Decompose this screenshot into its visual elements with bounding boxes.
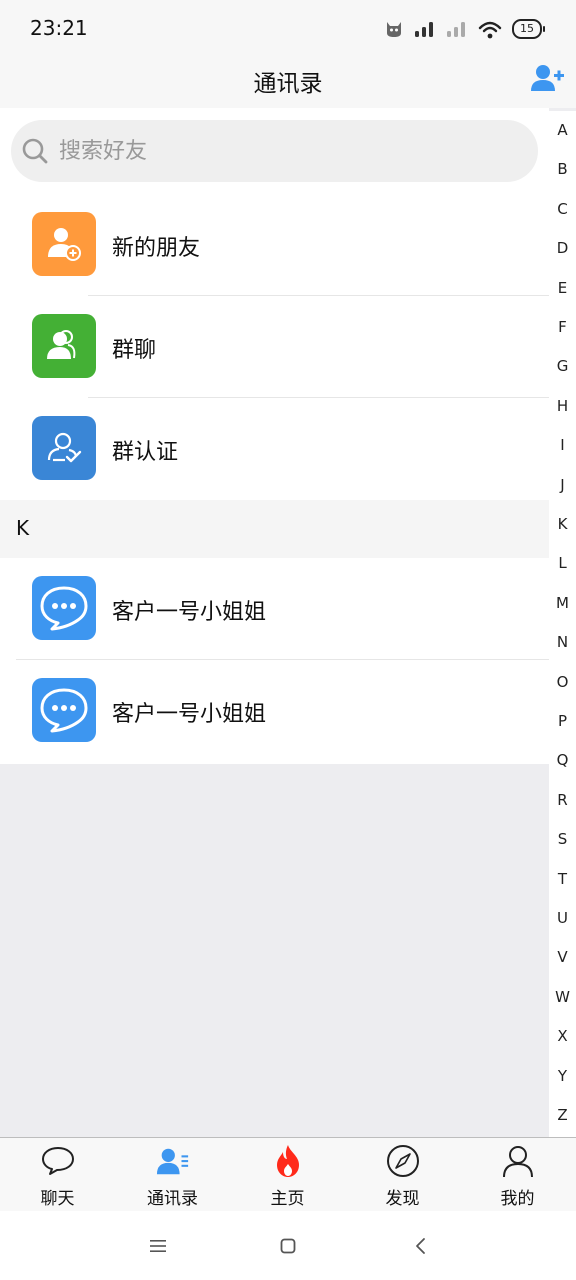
index-letter[interactable]: Q: [549, 751, 576, 769]
tab-bar: 聊天 通讯录 主页 发现 我的: [0, 1137, 576, 1212]
index-letter[interactable]: D: [549, 239, 576, 257]
add-friend-icon: [531, 65, 564, 91]
new-friends-label: 新的朋友: [112, 236, 201, 261]
index-letter[interactable]: S: [549, 830, 576, 848]
back-button[interactable]: [400, 1231, 440, 1261]
status-bar: 23:21 15: [0, 0, 576, 56]
tab-label: 我的: [500, 1189, 535, 1209]
search-icon: [22, 138, 48, 164]
index-letter[interactable]: F: [549, 318, 576, 336]
fire-icon: [271, 1144, 305, 1178]
tab-chat[interactable]: 聊天: [0, 1138, 115, 1212]
tab-label: 发现: [385, 1189, 420, 1209]
header: 通讯录: [0, 56, 576, 108]
group-chat-label: 群聊: [112, 338, 157, 363]
new-friends-item[interactable]: 新的朋友: [0, 194, 549, 296]
tab-profile[interactable]: 我的: [460, 1138, 575, 1212]
new-friend-icon: [32, 212, 96, 276]
index-letter[interactable]: R: [549, 791, 576, 809]
index-letter[interactable]: I: [549, 436, 576, 454]
tab-label: 主页: [270, 1189, 305, 1209]
contact-name: 客户一号小姐姐: [112, 702, 267, 727]
profile-icon: [501, 1144, 535, 1178]
index-letter[interactable]: W: [549, 988, 576, 1006]
contacts-list: 新的朋友 群聊 群认证 K: [0, 108, 549, 764]
cat-icon: [387, 22, 401, 37]
wifi-icon: [478, 21, 502, 39]
menu-button[interactable]: [138, 1231, 178, 1261]
index-letter[interactable]: G: [549, 357, 576, 375]
add-friend-button[interactable]: [530, 62, 566, 94]
chat-bubble-avatar: [32, 678, 96, 742]
contact-name: 客户一号小姐姐: [112, 600, 267, 625]
contact-item[interactable]: 客户一号小姐姐: [0, 558, 549, 660]
tab-home[interactable]: 主页: [230, 1138, 345, 1212]
tab-discover[interactable]: 发现: [345, 1138, 460, 1212]
index-letter[interactable]: Z: [549, 1106, 576, 1124]
contact-item[interactable]: 客户一号小姐姐: [0, 660, 549, 762]
index-letter[interactable]: A: [549, 121, 576, 139]
chat-bubble-avatar: [32, 576, 96, 640]
chat-icon: [41, 1144, 75, 1178]
section-header: K: [0, 500, 549, 558]
group-verify-label: 群认证: [112, 440, 179, 465]
index-letter[interactable]: H: [549, 397, 576, 415]
index-letter[interactable]: U: [549, 909, 576, 927]
contacts-icon: [156, 1144, 190, 1178]
group-chat-icon: [32, 314, 96, 378]
system-nav-bar: [0, 1211, 576, 1280]
index-letter[interactable]: P: [549, 712, 576, 730]
status-time: 23:21: [30, 16, 88, 40]
tab-label: 通讯录: [147, 1189, 198, 1209]
back-icon: [416, 1238, 425, 1254]
signal-weak-icon: [447, 22, 465, 37]
index-letter[interactable]: J: [549, 476, 576, 494]
index-letter[interactable]: M: [549, 594, 576, 612]
index-letter[interactable]: K: [549, 515, 576, 533]
search-bar[interactable]: [11, 120, 538, 182]
page-title: 通讯录: [253, 71, 323, 97]
compass-icon: [386, 1144, 420, 1178]
index-letter[interactable]: C: [549, 200, 576, 218]
index-letter[interactable]: O: [549, 673, 576, 691]
home-button[interactable]: [268, 1231, 308, 1261]
group-verify-icon: [32, 416, 96, 480]
index-letter[interactable]: E: [549, 279, 576, 297]
tab-label: 聊天: [40, 1189, 75, 1209]
index-letter[interactable]: T: [549, 870, 576, 888]
search-input[interactable]: [57, 137, 501, 165]
signal-icon: [415, 22, 433, 37]
section-letter: K: [16, 516, 30, 540]
battery-icon: 15: [512, 19, 545, 39]
index-letter[interactable]: L: [549, 554, 576, 572]
group-chat-item[interactable]: 群聊: [0, 296, 549, 398]
index-letter[interactable]: B: [549, 160, 576, 178]
status-icons: 15: [384, 16, 545, 42]
group-verify-item[interactable]: 群认证: [0, 398, 549, 500]
index-letter[interactable]: N: [549, 633, 576, 651]
home-icon: [280, 1238, 296, 1254]
menu-icon: [150, 1240, 166, 1252]
index-letter[interactable]: V: [549, 948, 576, 966]
index-letter[interactable]: Y: [549, 1067, 576, 1085]
index-letter[interactable]: X: [549, 1027, 576, 1045]
alphabet-index[interactable]: A B C D E F G H I J K L M N O P Q R S T U V W X Y Z: [549, 111, 576, 1137]
tab-contacts[interactable]: 通讯录: [115, 1138, 230, 1212]
